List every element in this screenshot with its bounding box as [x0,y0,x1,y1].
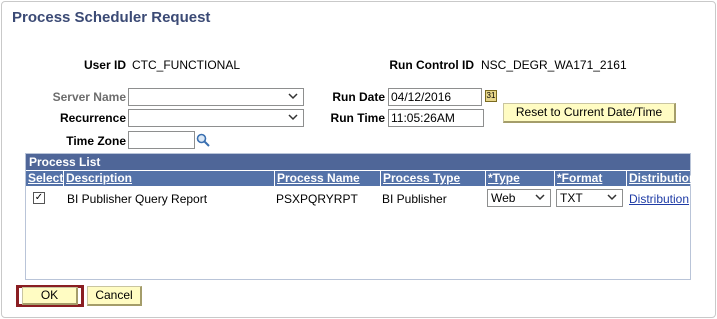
recurrence-select[interactable] [128,109,304,127]
time-zone-input[interactable] [128,131,195,149]
row-process-name: PSXPQRYRPT [276,192,358,206]
search-icon[interactable] [196,133,210,147]
run-control-id-value: NSC_DEGR_WA171_2161 [481,58,627,72]
run-time-label: Run Time [330,111,385,125]
chevron-down-icon [607,194,617,201]
column-header-process-name[interactable]: Process Name [274,171,380,187]
server-name-select[interactable] [128,88,304,106]
calendar-icon[interactable]: 31 [485,90,497,102]
process-list-grid: Process List Select Description Process … [25,153,696,280]
column-header-select[interactable]: Select [26,171,63,187]
run-time-input[interactable]: 11:05:26AM [388,109,484,127]
column-header-process-type[interactable]: Process Type [380,171,485,187]
column-header-description[interactable]: Description [63,171,274,187]
distribution-link[interactable]: Distribution [629,192,689,206]
column-header-format[interactable]: *Format [554,171,626,187]
time-zone-label: Time Zone [66,134,126,148]
user-id-value: CTC_FUNCTIONAL [132,58,241,72]
chevron-down-icon [288,114,298,121]
run-date-input[interactable]: 04/12/2016 [388,88,482,106]
process-list-header: Select Description Process Name Process … [26,170,696,187]
server-name-label: Server Name [52,90,126,104]
run-date-label: Run Date [332,90,385,104]
ok-button[interactable]: OK [22,287,78,305]
column-header-distribution[interactable]: Distribution [626,171,696,187]
type-select[interactable]: Web [487,189,551,207]
user-id-label: User ID [83,58,126,72]
page-title: Process Scheduler Request [12,9,211,26]
row-description: BI Publisher Query Report [67,192,208,206]
format-select[interactable]: TXT [556,189,623,207]
chevron-down-icon [535,194,545,201]
cancel-button[interactable]: Cancel [87,286,142,306]
row-process-type: BI Publisher [382,192,447,206]
format-value: TXT [560,191,583,205]
type-value: Web [491,191,516,205]
column-header-type[interactable]: *Type [485,171,554,187]
chevron-down-icon [288,93,298,100]
process-list-title: Process List [26,154,690,170]
table-row: ✓ BI Publisher Query Report PSXPQRYRPT B… [26,186,690,210]
recurrence-label: Recurrence [59,111,126,125]
select-checkbox[interactable]: ✓ [33,192,45,204]
reset-to-current-button[interactable]: Reset to Current Date/Time [503,103,676,123]
run-control-id-label: Run Control ID [389,58,474,72]
